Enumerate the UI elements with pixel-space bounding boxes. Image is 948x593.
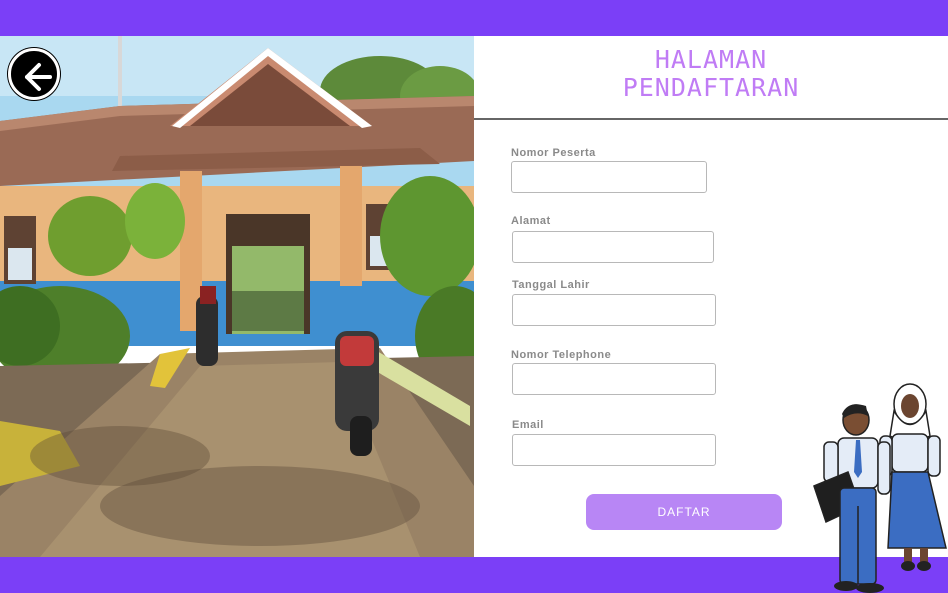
alamat-input[interactable] (512, 231, 714, 263)
students-illustration (808, 376, 948, 593)
top-bar (0, 0, 948, 36)
tanggal-lahir-label: Tanggal Lahir (512, 279, 590, 291)
nomor-peserta-input[interactable] (511, 161, 707, 193)
tanggal-lahir-input[interactable] (512, 294, 716, 326)
page-title-line2: PENDAFTARAN (622, 73, 800, 102)
school-building-photo (0, 36, 474, 557)
arrow-left-icon (25, 63, 52, 91)
nomor-telephone-label: Nomor Telephone (511, 349, 612, 361)
alamat-label: Alamat (511, 215, 551, 227)
email-input[interactable] (512, 434, 716, 466)
email-label: Email (512, 419, 544, 431)
nomor-peserta-label: Nomor Peserta (511, 147, 596, 159)
title-divider (474, 118, 948, 120)
page-title-line1: HALAMAN (654, 45, 768, 74)
nomor-telephone-input[interactable] (512, 363, 716, 395)
page-title: HALAMAN PENDAFTARAN (474, 46, 948, 102)
bottom-bar (0, 557, 948, 593)
back-button[interactable] (8, 48, 60, 100)
daftar-button[interactable]: DAFTAR (586, 494, 782, 530)
